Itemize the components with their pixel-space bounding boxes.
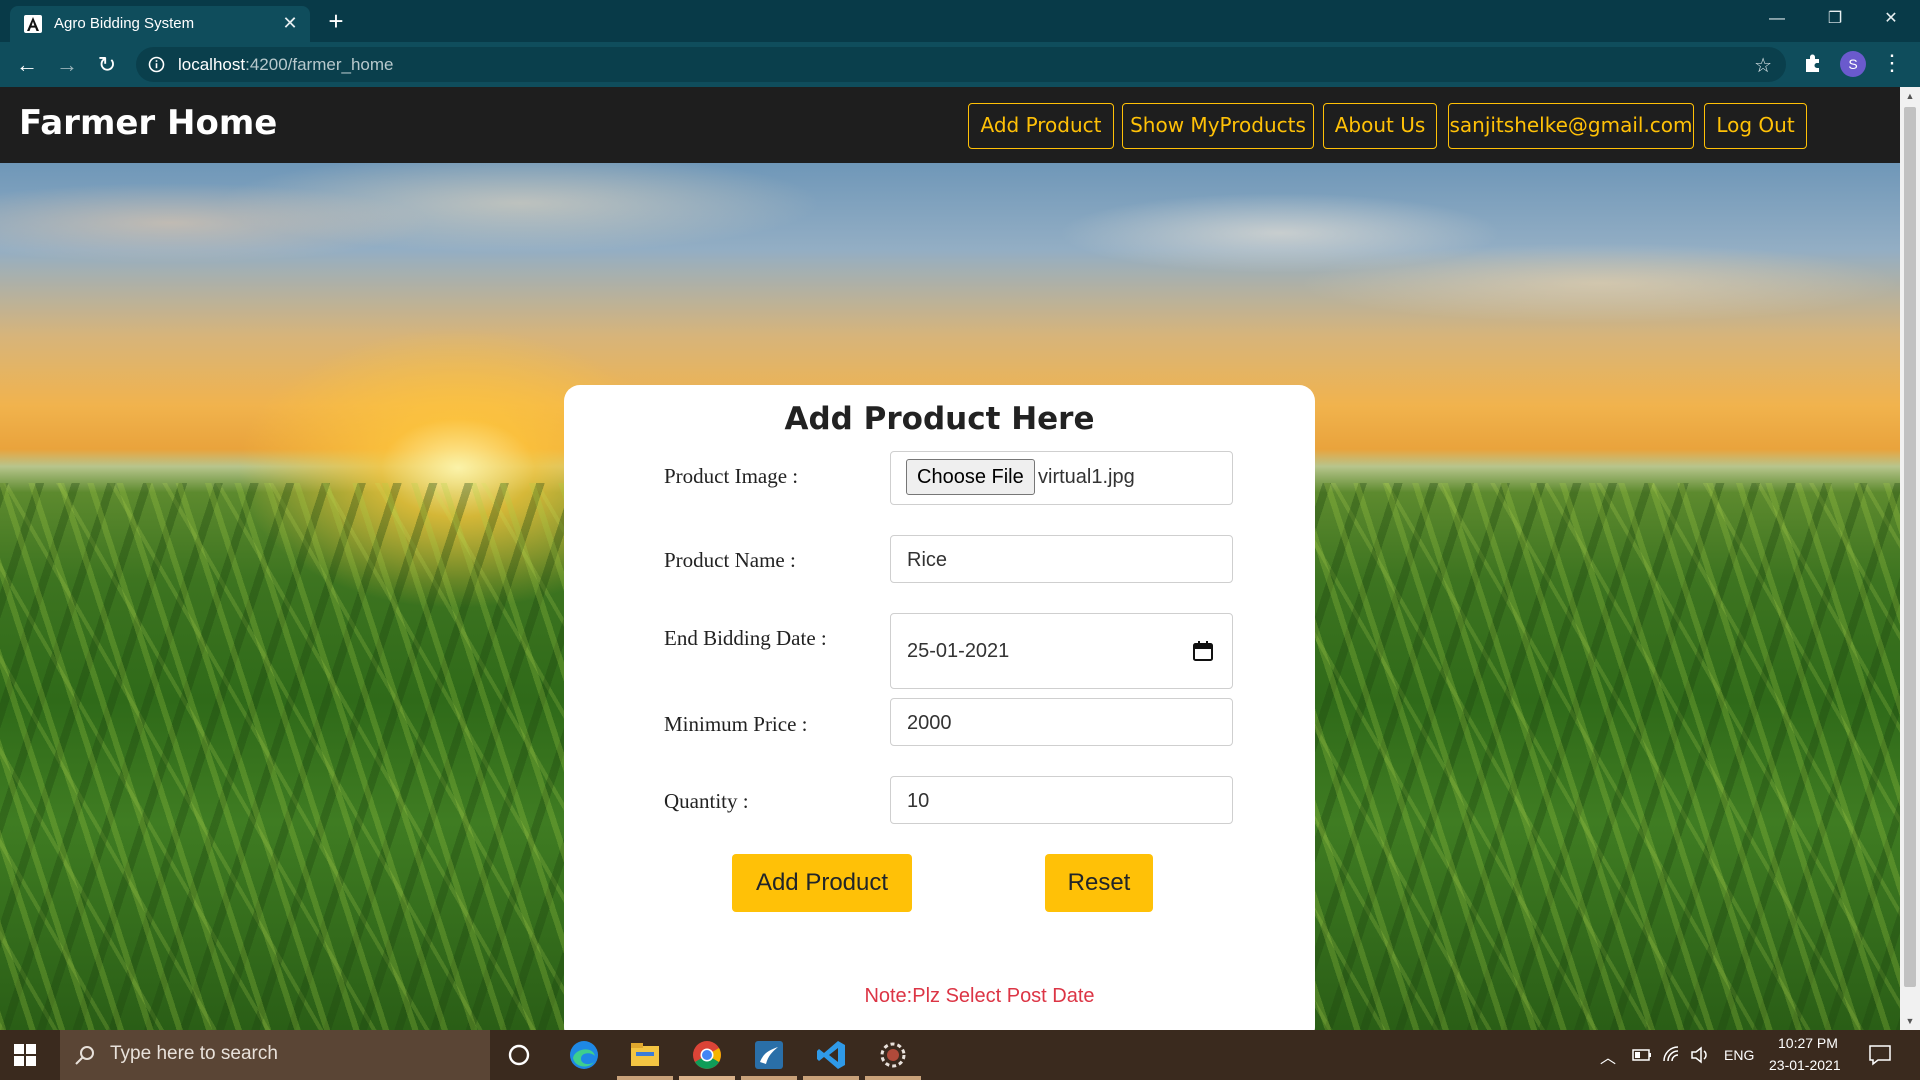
address-bar[interactable]: localhost:4200/farmer_home ☆: [136, 47, 1786, 82]
extensions-puzzle-icon[interactable]: [1800, 50, 1826, 76]
window-close-icon[interactable]: ✕: [1862, 0, 1920, 38]
notifications-icon[interactable]: [1868, 1044, 1892, 1066]
angular-favicon-icon: [24, 15, 42, 33]
scroll-up-icon[interactable]: ▲: [1900, 87, 1920, 105]
product-name-input[interactable]: Rice: [890, 535, 1233, 583]
tab-title: Agro Bidding System: [54, 15, 195, 32]
chrome-active-indicator: [679, 1076, 735, 1080]
browser-toolbar: ← → ↻ localhost:4200/farmer_home ☆ S ⋮: [0, 42, 1920, 87]
end-bidding-date-value: 25-01-2021: [907, 640, 1010, 662]
reload-icon[interactable]: ↻: [92, 50, 122, 80]
calendar-icon[interactable]: [1192, 640, 1214, 662]
reset-button[interactable]: Reset: [1045, 854, 1153, 912]
browser-tab[interactable]: Agro Bidding System ✕: [10, 6, 310, 42]
form-title: Add Product Here: [784, 401, 1095, 437]
tray-overflow-icon[interactable]: ︿: [1600, 1044, 1616, 1068]
minimize-icon[interactable]: —: [1748, 0, 1806, 38]
language-indicator[interactable]: ENG: [1724, 1047, 1754, 1063]
url-text: localhost:4200/farmer_home: [178, 55, 393, 75]
end-bidding-date-input[interactable]: 25-01-2021: [890, 613, 1233, 689]
volume-icon[interactable]: [1690, 1045, 1712, 1065]
search-icon: [75, 1046, 94, 1065]
nav-show-myproducts-button[interactable]: Show MyProducts: [1122, 103, 1314, 149]
quantity-value: 10: [907, 790, 930, 812]
file-explorer-icon[interactable]: [628, 1038, 662, 1072]
selected-file-name: virtual1.jpg: [1038, 466, 1135, 488]
site-navbar: Farmer Home Add Product Show MyProducts …: [0, 87, 1900, 163]
product-image-input[interactable]: Choose File virtual1.jpg: [890, 451, 1233, 505]
choose-file-button[interactable]: Choose File: [906, 459, 1035, 495]
search-placeholder: Type here to search: [110, 1043, 278, 1064]
chrome-browser-icon[interactable]: [690, 1038, 724, 1072]
browser-menu-icon[interactable]: ⋮: [1880, 49, 1904, 77]
nav-user-email-button[interactable]: sanjitshelke@gmail.com: [1448, 103, 1694, 149]
vscode-running-indicator: [803, 1076, 859, 1080]
workbench-running-indicator: [741, 1076, 797, 1080]
taskbar-search-box[interactable]: Type here to search: [60, 1030, 490, 1080]
product-name-label: Product Name :: [664, 548, 796, 572]
end-bidding-date-label: End Bidding Date :: [664, 626, 827, 650]
minimum-price-label: Minimum Price :: [664, 712, 808, 736]
mysql-workbench-icon[interactable]: [752, 1038, 786, 1072]
bookmark-star-icon[interactable]: ☆: [1754, 53, 1772, 78]
clock-date[interactable]: 23-01-2021: [1769, 1057, 1841, 1073]
url-host: localhost: [178, 55, 246, 74]
browser-tabstrip: Agro Bidding System ✕ + — ❐ ✕: [0, 0, 1920, 42]
nav-about-us-button[interactable]: About Us: [1323, 103, 1437, 149]
profile-avatar[interactable]: S: [1840, 51, 1866, 77]
forward-icon[interactable]: →: [52, 50, 82, 80]
minimum-price-value: 2000: [907, 712, 952, 734]
product-name-value: Rice: [907, 549, 948, 571]
quantity-input[interactable]: 10: [890, 776, 1233, 824]
settings-running-indicator: [865, 1076, 921, 1080]
sky-clouds: [0, 163, 1900, 423]
page-title: Farmer Home: [19, 103, 278, 143]
farm-background-image: Add Product Here Product Image : Choose …: [0, 163, 1900, 1030]
clock-time[interactable]: 10:27 PM: [1778, 1035, 1838, 1051]
page-scrollbar[interactable]: ▲ ▼: [1900, 87, 1920, 1030]
nav-logout-button[interactable]: Log Out: [1704, 103, 1807, 149]
url-path: :4200/farmer_home: [245, 55, 394, 74]
vscode-icon[interactable]: [814, 1038, 848, 1072]
windows-start-icon[interactable]: [14, 1044, 36, 1066]
tab-close-icon[interactable]: ✕: [280, 13, 300, 33]
minimum-price-input[interactable]: 2000: [890, 698, 1233, 746]
add-product-form: Add Product Here Product Image : Choose …: [564, 385, 1315, 1030]
page-viewport: Farmer Home Add Product Show MyProducts …: [0, 87, 1900, 1030]
scroll-down-icon[interactable]: ▼: [1900, 1012, 1920, 1030]
quantity-label: Quantity :: [664, 789, 749, 813]
product-image-label: Product Image :: [664, 464, 799, 488]
form-note: Note:Plz Select Post Date: [864, 985, 1095, 1007]
add-product-submit-button[interactable]: Add Product: [732, 854, 912, 912]
restore-icon[interactable]: ❐: [1806, 0, 1864, 38]
wifi-icon[interactable]: [1662, 1045, 1682, 1065]
cortana-icon[interactable]: [502, 1038, 536, 1072]
site-info-icon[interactable]: [148, 56, 165, 73]
new-tab-icon[interactable]: +: [322, 8, 350, 36]
windows-taskbar: Type here to search ︿ ENG 10:27 PM 23-01…: [0, 1030, 1920, 1080]
battery-icon[interactable]: [1632, 1048, 1652, 1062]
nav-add-product-button[interactable]: Add Product: [968, 103, 1114, 149]
explorer-running-indicator: [617, 1076, 673, 1080]
scroll-thumb[interactable]: [1904, 107, 1916, 987]
edge-browser-icon[interactable]: [567, 1038, 601, 1072]
back-icon[interactable]: ←: [12, 50, 42, 80]
settings-gear-app-icon[interactable]: [876, 1038, 910, 1072]
